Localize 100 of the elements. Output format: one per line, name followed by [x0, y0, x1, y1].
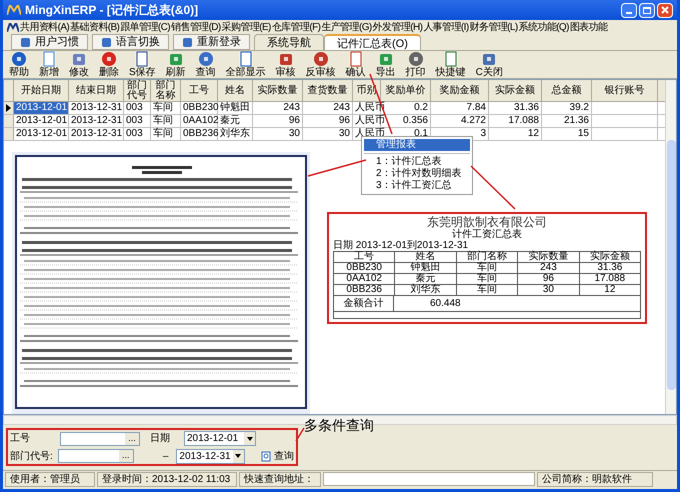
window-tab[interactable]: 系统导航: [254, 34, 324, 50]
menu-item[interactable]: 生产管理(G): [321, 20, 372, 34]
toolbar-icon: [11, 51, 27, 67]
toolbar-button[interactable]: 确认: [344, 51, 368, 78]
menu-item[interactable]: 1：计件汇总表: [364, 156, 470, 168]
column-header[interactable]: 结束日期: [69, 80, 124, 101]
table-cell: 30: [253, 128, 303, 140]
close-button[interactable]: [657, 2, 673, 18]
toolbar-button[interactable]: 导出: [374, 51, 398, 78]
toolbar-icon: [378, 51, 394, 67]
date-range: 日期 2013-12-01到2013-12-31: [333, 241, 468, 251]
browse-button[interactable]: ...: [125, 432, 139, 445]
toolbar-icon: [71, 51, 87, 67]
menu-item[interactable]: 采购管理(E): [222, 20, 271, 34]
column-header[interactable]: 部门名称: [151, 80, 181, 101]
quick-search-field[interactable]: [323, 472, 535, 486]
report-cell-text: 17.088: [594, 274, 626, 284]
minimize-button[interactable]: [621, 2, 637, 18]
toolbar-button[interactable]: 帮助: [7, 51, 31, 78]
toolbar-button[interactable]: 审核: [274, 51, 298, 78]
toolbar-button[interactable]: C关闭: [474, 51, 505, 78]
column-header[interactable]: 工号: [181, 80, 218, 101]
column-header[interactable]: 实际数量: [253, 80, 303, 101]
status-label: 快速查询地址：: [239, 472, 321, 486]
search-button[interactable]: 查询: [260, 448, 294, 464]
maximize-button[interactable]: [639, 2, 655, 18]
toolbar-button[interactable]: 新增: [37, 51, 61, 78]
date-dropdown[interactable]: 2013-12-31: [176, 448, 245, 464]
input-field[interactable]: ...: [58, 449, 134, 464]
toolbar-button[interactable]: 反审核: [304, 51, 338, 78]
table-cell: 2013-12-01: [14, 115, 69, 127]
toolbar-button[interactable]: S保存: [127, 51, 158, 78]
table-cell: 秦元: [218, 115, 253, 127]
nav-button[interactable]: 重新登录: [173, 34, 250, 50]
table-cell: 2013-12-31: [69, 102, 124, 114]
toolbar-button[interactable]: 快捷键: [434, 51, 468, 78]
nav-button[interactable]: 用户习惯: [11, 34, 88, 50]
menu-item[interactable]: 外发管理(H): [372, 20, 422, 34]
column-header[interactable]: 实际金额: [489, 80, 542, 101]
report-cell: 0BB236: [334, 285, 396, 295]
date-dropdown[interactable]: 2013-12-01: [184, 431, 256, 446]
toolbar-icon: [408, 51, 424, 67]
window-tab[interactable]: 记件汇总表(O): [324, 34, 421, 50]
toolbar-button[interactable]: 打印: [404, 51, 428, 78]
menu-item[interactable]: 2：计件对数明细表: [364, 168, 470, 180]
toolbar-icon: [278, 51, 294, 67]
menu-title: 管理报表: [364, 139, 470, 151]
menu-item[interactable]: 财务管理(L): [470, 20, 518, 34]
company-name: 东莞明歆制衣有限公司: [426, 215, 548, 229]
report-title: 计件工资汇总表: [451, 229, 523, 240]
app-icon: [101, 36, 112, 48]
table-cell: 车间: [151, 102, 181, 114]
table-cell: 243: [253, 102, 303, 114]
table-cell: 31.36: [489, 102, 542, 114]
menu-item[interactable]: 基础资料(B): [70, 20, 120, 34]
toolbar-icon: [442, 51, 459, 67]
row-header[interactable]: [4, 102, 14, 114]
menu-item[interactable]: 仓库管理(F): [272, 20, 320, 34]
report-cell-text: 31.36: [596, 263, 624, 273]
table-cell: 39.2: [542, 102, 592, 114]
menu-item[interactable]: 系统功能(Q): [518, 20, 569, 34]
table-cell: 0AA102: [181, 115, 218, 127]
menu-item[interactable]: 图表功能: [570, 20, 608, 34]
table-cell: 003: [124, 102, 151, 114]
column-header[interactable]: 查货数量: [303, 80, 353, 101]
menu-item[interactable]: 共用资料(A): [20, 20, 70, 34]
column-header[interactable]: 开始日期: [14, 80, 69, 101]
toolbar-icon: [312, 51, 329, 67]
report-cell: 钟魁田: [395, 263, 457, 273]
report-header-cell: 姓名: [395, 252, 457, 262]
column-header[interactable]: 奖励金额: [431, 80, 489, 101]
field-label: 工号: [10, 432, 31, 446]
toolbar-button[interactable]: 全部显示: [224, 51, 268, 78]
report-cell: 30: [518, 285, 580, 295]
report-cell: 车间: [456, 274, 518, 284]
toolbar-button[interactable]: 修改: [67, 51, 91, 78]
nav-button[interactable]: 语言切换: [92, 34, 169, 50]
leader-line: [470, 165, 516, 210]
column-header[interactable]: 姓名: [218, 80, 253, 101]
menu-item[interactable]: 3：计件工资汇总: [364, 180, 470, 192]
vertical-scrollbar[interactable]: [665, 80, 676, 414]
caret-icon: [246, 436, 252, 441]
menu-item[interactable]: 销售管理(D): [170, 20, 221, 34]
table-cell: 17.088: [489, 115, 542, 127]
toolbar-button[interactable]: 删除: [97, 51, 121, 78]
column-header[interactable]: 总金额: [542, 80, 592, 101]
toolbar-button[interactable]: 查询: [194, 51, 218, 78]
field-label: 日期: [150, 432, 171, 446]
browse-button[interactable]: ...: [118, 450, 133, 462]
table-cell: 96: [303, 115, 353, 127]
input-field[interactable]: ...: [60, 432, 140, 446]
menu-item[interactable]: 跟单管理(C): [120, 20, 170, 34]
toolbar-button[interactable]: 刷新: [164, 51, 188, 78]
status-login: 登录时间：2013-12-02 11:03: [97, 472, 237, 486]
table-cell: 2013-12-01: [14, 128, 69, 140]
menu-item[interactable]: 人事管理(I): [423, 20, 469, 34]
column-header[interactable]: 银行账号: [592, 80, 658, 101]
column-header[interactable]: 奖励单价: [381, 80, 431, 101]
column-header[interactable]: 部门代号: [124, 80, 151, 101]
report-cell: 秦元: [395, 274, 457, 284]
